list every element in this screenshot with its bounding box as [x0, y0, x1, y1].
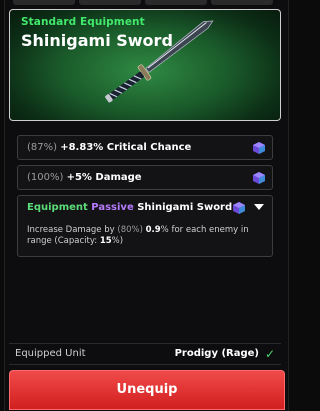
unequip-button[interactable]: Unequip [9, 370, 285, 410]
desc-text: %) [111, 236, 124, 246]
stat-value: +8.83% Critical Chance [60, 142, 192, 153]
passive-name: Shinigami Sword [137, 202, 233, 213]
check-icon: ✓ [264, 347, 275, 361]
gem-icon[interactable] [232, 201, 246, 215]
top-tab[interactable] [79, 0, 141, 5]
desc-text: Increase Damage by [27, 225, 115, 235]
passive-description: Increase Damage by (80%) 0.9% for each e… [27, 225, 259, 247]
equipment-category: Standard Equipment [21, 16, 145, 28]
stat-roll-percent: (100%) [27, 172, 64, 183]
equipment-header-card: Standard Equipment Shinigami Sword [9, 9, 281, 121]
equipped-unit-row: Equipped Unit Prodigy (Rage) ✓ [9, 343, 281, 365]
gem-icon[interactable] [252, 171, 266, 185]
top-tab[interactable] [145, 0, 207, 5]
equipment-passive-card[interactable]: Equipment Passive Shinigami Sword Increa… [17, 195, 273, 257]
gem-icon[interactable] [252, 141, 266, 155]
stat-row-damage: (100%) +5% Damage [17, 165, 273, 190]
equipment-title: Shinigami Sword [21, 31, 173, 50]
passive-label-passive: Passive [91, 202, 134, 213]
equipped-unit-label: Equipped Unit [15, 348, 86, 359]
chevron-down-icon[interactable] [254, 204, 264, 210]
top-tab[interactable] [211, 0, 273, 5]
top-tab[interactable] [13, 0, 75, 5]
stat-roll-percent: (87%) [27, 142, 58, 153]
passive-header: Equipment Passive Shinigami Sword [27, 202, 232, 213]
equipped-unit-name: Prodigy (Rage) [174, 348, 259, 359]
desc-capacity: 15 [99, 236, 112, 246]
stat-value: +5% Damage [66, 172, 142, 183]
desc-roll-percent: (80%) [117, 225, 143, 235]
desc-value: 0.9 [145, 225, 161, 235]
passive-label-equipment: Equipment [27, 202, 88, 213]
stat-row-critical: (87%) +8.83% Critical Chance [17, 135, 273, 160]
